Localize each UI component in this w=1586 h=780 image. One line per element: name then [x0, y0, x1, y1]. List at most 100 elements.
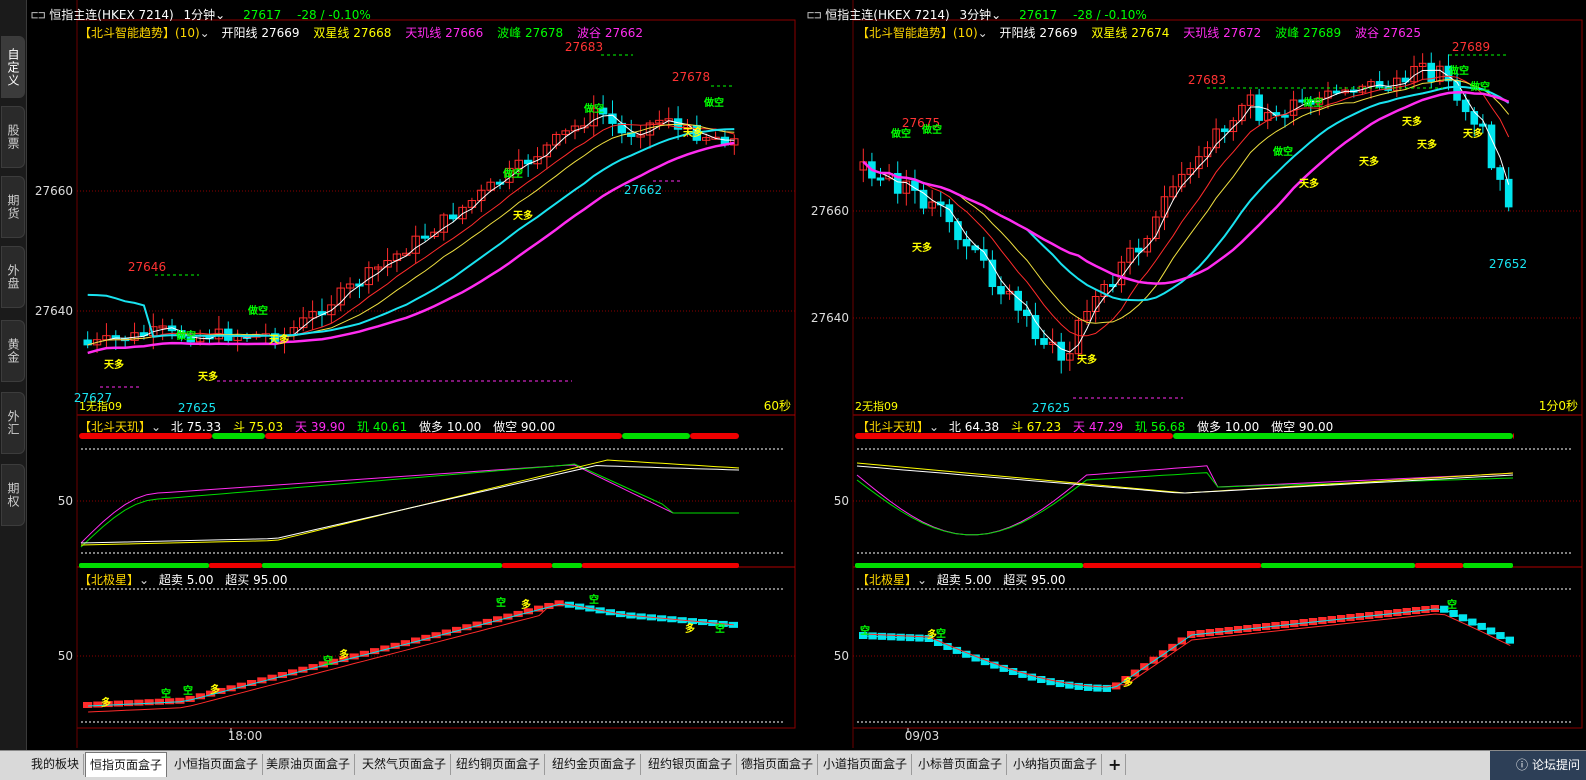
sidebar-tab-gold[interactable]: 黄金 [1, 320, 25, 382]
bottom-tab-8[interactable]: 德指页面盒子 [737, 754, 819, 775]
signal-bar [1083, 563, 1261, 568]
y-tick-label: 27660 [811, 204, 849, 218]
y-tick-label: 50 [834, 494, 849, 508]
sidebar-tab-options[interactable]: 期权 [1, 464, 25, 526]
chevron-down-icon[interactable]: ⌄ [139, 573, 149, 587]
sidebar-tab-futures[interactable]: 期货 [1, 176, 25, 238]
candlestick [911, 180, 919, 191]
polar-bar [175, 697, 185, 704]
bottom-tab-9[interactable]: 小道指页面盒子 [819, 754, 913, 775]
moving-average-line [87, 114, 735, 346]
sidebar-tab-forex[interactable]: 外汇 [1, 392, 25, 454]
sidebar-tab-stocks[interactable]: 股票 [1, 106, 25, 168]
trade-signal: 天多 [1402, 115, 1422, 128]
bottom-tab-7[interactable]: 纽约银页面盒子 [644, 754, 738, 775]
period-select[interactable]: 1分钟⌄ [184, 8, 226, 22]
bottom-tab-4[interactable]: 天然气页面盒子 [358, 754, 452, 775]
y-tick-label: 50 [58, 649, 73, 663]
timer-label: 1分0秒 [1539, 399, 1578, 413]
indicator3-name[interactable]: 【北极星】 [857, 573, 917, 587]
bottom-tab-0[interactable]: 我的板块 [27, 754, 85, 775]
bottom-tab-11[interactable]: 小纳指页面盒子 [1009, 754, 1103, 775]
indicator2-header: 【北斗天玑】⌄ 北 64.38 斗 67.23 天 47.29 玑 56.68 … [857, 420, 1334, 434]
trade-signal: 空 [860, 624, 870, 637]
price-chart-1min[interactable]: 2766027640276832767827646276622762727625… [27, 0, 799, 748]
signal-bar [1463, 563, 1513, 568]
bottom-tab-2[interactable]: 小恒指页面盒子 [170, 754, 264, 775]
trade-signal: 天多 [1299, 177, 1319, 190]
chart-panel-3min[interactable]: ⊏⊐ 恒指主连(HKEX 7214) 3分钟⌄ 27617 -28 / -0.1… [803, 0, 1586, 748]
kaiyang-value: 27669 [1039, 26, 1078, 40]
indicator1-name[interactable]: 【北斗智能趋势】(10) [79, 26, 200, 40]
signal-bar [1415, 563, 1463, 568]
trade-signal: 空 [715, 622, 725, 635]
sidebar-tab-custom[interactable]: 自定义 [1, 36, 25, 98]
peak-label: 27683 [1188, 73, 1226, 87]
trade-signal: 做空 [890, 127, 911, 140]
trade-signal: 做空 [1272, 145, 1293, 158]
indicator3-name[interactable]: 【北极星】 [79, 573, 139, 587]
polar-bar [144, 699, 154, 706]
bottom-tab-1[interactable]: 恒指页面盒子 [85, 752, 168, 777]
y-tick-label: 27640 [35, 304, 73, 318]
add-tab-button[interactable]: + [1104, 754, 1127, 775]
signal-bar [690, 433, 739, 439]
chevron-down-icon[interactable]: ⌄ [917, 573, 927, 587]
trade-signal: 空 [496, 596, 506, 609]
chart-panel-1min[interactable]: ⊏⊐ 恒指主连(HKEX 7214) 1分钟⌄ 27617 -28 / -0.1… [27, 0, 799, 748]
trade-signal: 空 [589, 593, 599, 606]
bottom-tab-6[interactable]: 纽约金页面盒子 [548, 754, 642, 775]
price-chart-3min[interactable]: 27660276402768927683276752765227625做空 做空天… [803, 0, 1586, 748]
link-icon[interactable]: ⊏⊐ [31, 8, 45, 22]
chevron-down-icon[interactable]: ⌄ [978, 26, 988, 40]
trade-signal: 做空 [247, 304, 268, 317]
indicator3-header: 【北极星】⌄ 超卖 5.00 超买 95.00 [857, 573, 1066, 587]
polar-bar [113, 700, 123, 707]
moving-average-line [87, 123, 735, 346]
candlestick [1487, 124, 1496, 169]
trade-signal: 做空 [703, 96, 724, 109]
moving-average-line [87, 123, 735, 346]
oscillator-line [856, 465, 1514, 536]
last-price: 27617 [243, 8, 282, 22]
indicator2-name[interactable]: 【北斗天玑】 [857, 420, 929, 434]
info-icon: ⓘ [1515, 758, 1528, 772]
chevron-down-icon[interactable]: ⌄ [929, 420, 939, 434]
oscillator-line [80, 459, 740, 546]
signal-bar [79, 563, 209, 568]
bottom-tab-3[interactable]: 美原油页面盒子 [262, 754, 356, 775]
candlestick [1220, 128, 1229, 133]
polar-bar [1430, 605, 1440, 612]
last-price: 27617 [1019, 8, 1058, 22]
trade-signal: 天多 [1417, 138, 1437, 151]
indicator2-name[interactable]: 【北斗天玑】 [79, 420, 151, 434]
panel-header: ⊏⊐ 恒指主连(HKEX 7214) 3分钟⌄ 27617 -28 / -0.1… [807, 6, 1147, 23]
oversold-value: 5.00 [964, 573, 992, 587]
candlestick [1453, 80, 1461, 101]
chevron-down-icon[interactable]: ⌄ [200, 26, 210, 40]
indicator1-name[interactable]: 【北斗智能趋势】(10) [857, 26, 978, 40]
indicator3-header: 【北极星】⌄ 超卖 5.00 超买 95.00 [79, 573, 288, 587]
period-select[interactable]: 3分钟⌄ [960, 8, 1002, 22]
trade-signal: 空 [323, 654, 333, 667]
polar-bar [83, 702, 93, 708]
candlestick [954, 221, 962, 241]
trade-signal: 做空 [1469, 80, 1490, 93]
short-value: 90.00 [1298, 420, 1334, 434]
trade-signal: 多 [339, 648, 349, 661]
wave-trough-value: 27625 [1382, 26, 1421, 40]
bottom-tab-10[interactable]: 小标普页面盒子 [914, 754, 1008, 775]
polar-bar [134, 699, 144, 706]
signal-bar [502, 563, 552, 568]
moving-average-line [87, 141, 735, 355]
bottom-tab-5[interactable]: 纽约铜页面盒子 [452, 754, 546, 775]
chevron-down-icon[interactable]: ⌄ [151, 420, 161, 434]
forum-question-button[interactable]: ⓘ 论坛提问 [1490, 751, 1586, 780]
sidebar-tab-foreign[interactable]: 外盘 [1, 246, 25, 308]
link-icon[interactable]: ⊏⊐ [807, 8, 821, 22]
trade-signal: 做空 [502, 167, 523, 180]
signal-bar [582, 563, 739, 568]
trade-signal: 空 [161, 687, 171, 700]
symbol-title: 恒指主连(HKEX 7214) [49, 8, 174, 22]
bei-value: 75.33 [186, 420, 222, 434]
